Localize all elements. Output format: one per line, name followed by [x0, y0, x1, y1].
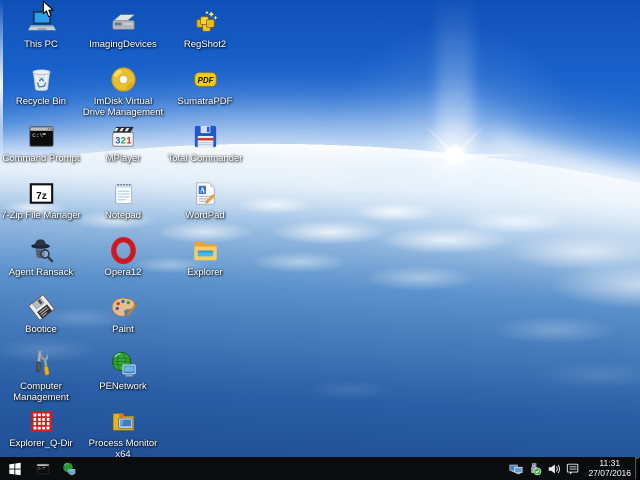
desktop-icon-agent-ransack[interactable]: Agent Ransack — [0, 232, 82, 289]
desktop-icon-label: Command Prompt — [2, 153, 79, 164]
taskbar-button-penetwork[interactable] — [56, 457, 82, 480]
desktop-icon-imagingdevices[interactable]: ImagingDevices — [82, 4, 164, 61]
svg-text:PDF: PDF — [197, 76, 214, 85]
desktop-icon-this-pc[interactable]: This PC — [0, 4, 82, 61]
clock-date: 27/07/2016 — [588, 469, 631, 479]
red-grid-icon — [26, 406, 57, 437]
desktop-icon-label: PENetwork — [99, 381, 147, 392]
desktop-icon-recycle-bin[interactable]: Recycle Bin — [0, 61, 82, 118]
desktop-icon-label: WordPad — [185, 210, 224, 221]
svg-text:3: 3 — [115, 135, 120, 145]
clapperboard-icon: 321 — [108, 121, 139, 152]
desktop-icon-label: Agent Ransack — [9, 267, 73, 278]
terminal-icon: C:\ — [35, 461, 51, 477]
svg-text:1: 1 — [126, 135, 131, 145]
globe-monitor-icon — [108, 349, 139, 380]
desktop-icon-label: Paint — [112, 324, 134, 335]
show-desktop-button[interactable] — [635, 457, 640, 480]
desktop-icon-explorer[interactable]: Explorer — [164, 232, 246, 289]
desktop-icon-bootice[interactable]: Bootice — [0, 289, 82, 346]
desktop-icon-label: This PC — [24, 39, 58, 50]
detective-magnifier-icon — [26, 235, 57, 266]
opera-ring-icon — [108, 235, 139, 266]
desktop-icon-imdisk-virtual-drive-management[interactable]: ImDisk Virtual Drive Management — [82, 61, 164, 118]
taskbar: C:\ 11:31 27/07/2016 — [0, 457, 640, 480]
desktop-icon-opera12[interactable]: Opera12 — [82, 232, 164, 289]
blue-floppy-icon — [190, 121, 221, 152]
desktop-icon-label: Explorer — [187, 267, 222, 278]
pdf-badge-icon: PDF — [190, 64, 221, 95]
tools-icon — [26, 349, 57, 380]
desktop-icon-process-monitor-x64[interactable]: Process Monitor x64 — [82, 403, 164, 460]
desktop-icon-computer-management[interactable]: Computer Management — [0, 346, 82, 403]
desktop-icon-label: Recycle Bin — [16, 96, 66, 107]
windows-logo-icon — [8, 462, 22, 476]
desktop-icon-label: MPlayer — [106, 153, 141, 164]
mouse-cursor — [42, 0, 55, 24]
terminal-icon: C:\ — [26, 121, 57, 152]
desktop-icon-7-zip-file-manager[interactable]: 7z 7-Zip File Manager — [0, 175, 82, 232]
globe-monitor-icon — [61, 461, 77, 477]
desktop-icon-label: Bootice — [25, 324, 57, 335]
desktop-icon-regshot2[interactable]: RegShot2 — [164, 4, 246, 61]
notepad-icon — [108, 178, 139, 209]
desktop-icon-label: ImDisk Virtual Drive Management — [82, 96, 164, 118]
desktop-icon-label: Notepad — [105, 210, 141, 221]
desktop-icon-label: Explorer_Q-Dir — [9, 438, 72, 449]
desktop-icon-column: RegShot2 PDF SumatraPDF Total Commander A Wor… — [164, 4, 246, 460]
desktop-icon-command-prompt[interactable]: C:\ Command Prompt — [0, 118, 82, 175]
gold-cd-icon — [108, 64, 139, 95]
desktop-icon-explorer-q-dir[interactable]: Explorer_Q-Dir — [0, 403, 82, 460]
desktop: This PC Recycle Bin C:\ Command Prompt 7z 7-Z… — [0, 0, 640, 480]
svg-text:C:\: C:\ — [32, 132, 43, 139]
yellow-folder-icon — [190, 235, 221, 266]
scanner-icon — [108, 7, 139, 38]
desktop-icon-label: RegShot2 — [184, 39, 226, 50]
desktop-icon-column: ImagingDevices ImDisk Virtual Drive Manag… — [82, 4, 164, 460]
folder-monitor-icon — [108, 406, 139, 437]
start-button[interactable] — [0, 457, 30, 480]
desktop-icon-label: SumatraPDF — [178, 96, 233, 107]
taskbar-clock[interactable]: 11:31 27/07/2016 — [588, 459, 631, 478]
sevenzip-icon: 7z — [26, 178, 57, 209]
desktop-icon-notepad[interactable]: Notepad — [82, 175, 164, 232]
desktop-icon-penetwork[interactable]: PENetwork — [82, 346, 164, 403]
desktop-icon-label: 7-Zip File Manager — [1, 210, 81, 221]
desktop-icon-paint[interactable]: Paint — [82, 289, 164, 346]
desktop-icon-label: Total Commander — [168, 153, 243, 164]
desktop-icon-wordpad[interactable]: A WordPad — [164, 175, 246, 232]
svg-text:A: A — [199, 188, 204, 195]
palette-icon — [108, 292, 139, 323]
desktop-icon-label: Computer Management — [0, 381, 82, 403]
document-pen-icon: A — [190, 178, 221, 209]
sun-icon — [444, 144, 466, 166]
desktop-icon-sumatrapdf[interactable]: PDF SumatraPDF — [164, 61, 246, 118]
tray-volume-icon[interactable] — [546, 457, 562, 480]
system-tray — [508, 457, 581, 480]
tray-usb-safely-remove-icon[interactable] — [527, 457, 543, 480]
tray-notifications-icon[interactable] — [565, 457, 581, 480]
svg-text:7z: 7z — [36, 191, 47, 202]
floppy-disk-icon — [26, 292, 57, 323]
gold-cubes-icon — [190, 7, 221, 38]
desktop-icon-total-commander[interactable]: Total Commander — [164, 118, 246, 175]
desktop-icon-label: Opera12 — [105, 267, 142, 278]
svg-text:2: 2 — [120, 135, 125, 145]
recycle-bin-icon — [26, 64, 57, 95]
tray-network-icon[interactable] — [508, 457, 524, 480]
taskbar-button-command-prompt[interactable]: C:\ — [30, 457, 56, 480]
desktop-icon-label: ImagingDevices — [89, 39, 157, 50]
desktop-icon-grid: This PC Recycle Bin C:\ Command Prompt 7z 7-Z… — [0, 4, 246, 460]
desktop-icon-column: This PC Recycle Bin C:\ Command Prompt 7z 7-Z… — [0, 4, 82, 460]
svg-text:C:\: C:\ — [38, 466, 44, 470]
desktop-icon-mplayer[interactable]: 321MPlayer — [82, 118, 164, 175]
